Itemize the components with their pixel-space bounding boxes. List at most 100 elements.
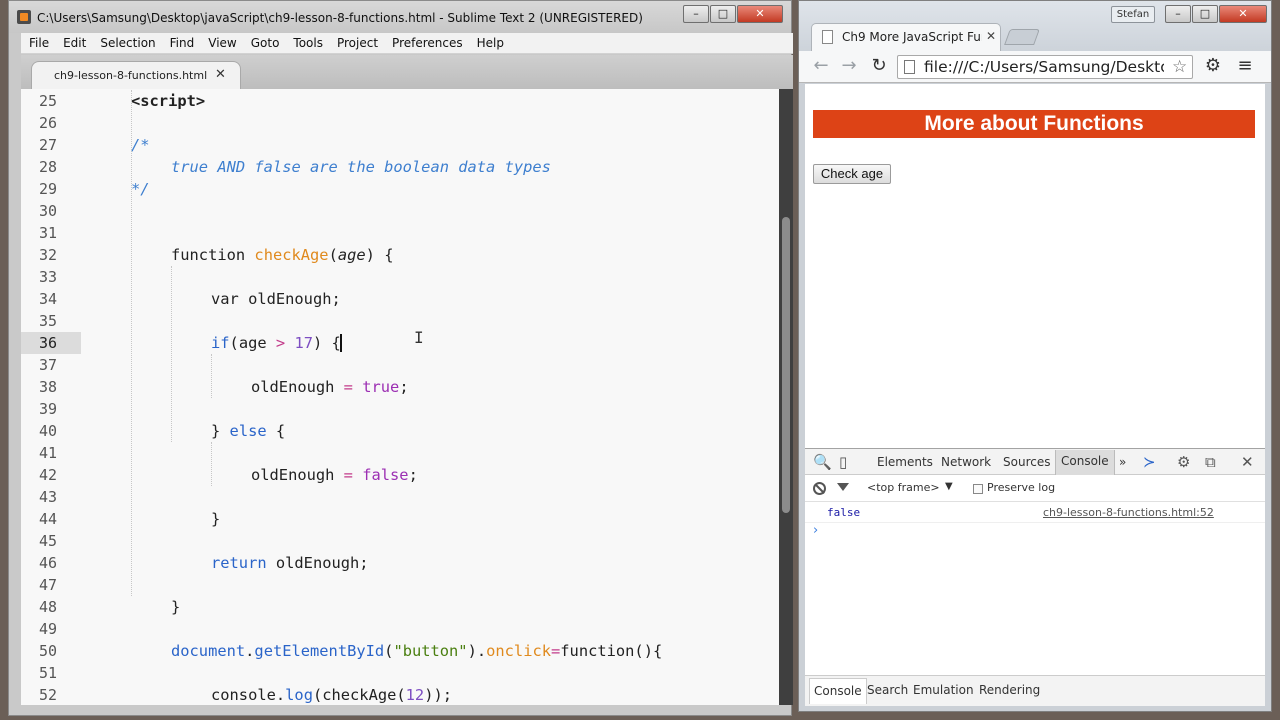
new-tab-button[interactable] [1004,29,1040,45]
profile-badge[interactable]: Stefan [1111,6,1155,23]
code-line[interactable]: function checkAge(age) { [81,244,779,266]
line-number: 27 [38,136,57,154]
code-line[interactable]: true AND false are the boolean data type… [81,156,779,178]
editor-scrollbar[interactable] [779,89,793,705]
maximize-button[interactable]: □ [710,5,736,23]
code-line[interactable] [81,354,779,376]
settings-gear-icon[interactable]: ⚙ [1203,56,1223,76]
forward-icon[interactable]: → [839,56,859,76]
code-line[interactable]: if(age > 17) { [81,332,779,354]
reload-icon[interactable]: ↻ [869,56,889,76]
code-line[interactable] [81,200,779,222]
line-number: 44 [38,510,57,528]
code-line[interactable]: document.getElementById("button").onclic… [81,640,779,662]
scrollbar-thumb[interactable] [782,217,790,513]
devtools-close-icon[interactable]: ✕ [1241,453,1254,471]
line-number: 30 [38,202,57,220]
code-line[interactable] [81,112,779,134]
devtools-tab-sources[interactable]: Sources [1003,455,1050,469]
code-line[interactable]: } [81,508,779,530]
code-line[interactable] [81,618,779,640]
chrome-menu-icon[interactable]: ≡ [1235,56,1255,76]
code-token: = [343,466,353,484]
menu-preferences[interactable]: Preferences [384,36,469,50]
devtools-settings-icon[interactable]: ⚙ [1177,453,1190,471]
code-line[interactable] [81,266,779,288]
line-number: 39 [38,400,57,418]
browser-minimize-button[interactable]: – [1165,5,1191,23]
code-editor[interactable]: 25 26 27 28 29 30 31 32 33 34 35 36 37 38 39 40 41 42 43 44… [21,89,779,705]
bookmark-star-icon[interactable]: ☆ [1172,57,1187,77]
menu-find[interactable]: Find [162,36,201,50]
back-icon[interactable]: ← [811,56,831,76]
address-bar[interactable]: file:///C:/Users/Samsung/Desktop/j ☆ [897,55,1193,79]
close-button[interactable]: ✕ [737,5,783,23]
devtools-tab-network[interactable]: Network [941,455,991,469]
console-value[interactable]: false [827,506,860,519]
menu-help[interactable]: Help [469,36,510,50]
tab-close-icon[interactable]: ✕ [215,67,226,82]
menu-edit[interactable]: Edit [55,36,92,50]
inspect-search-icon[interactable]: 🔍 [813,453,832,471]
more-tabs-icon[interactable]: » [1119,455,1126,469]
devtools-tab-console[interactable]: Console [1055,450,1115,475]
drawer-tab-rendering[interactable]: Rendering [979,683,1040,697]
code-line[interactable]: } [81,596,779,618]
code-line[interactable] [81,310,779,332]
code-token: ) { [365,246,394,264]
code-line[interactable] [81,662,779,684]
file-tab[interactable]: ch9-lesson-8-functions.html ✕ [31,61,241,89]
filter-icon[interactable] [837,483,849,491]
line-number: 34 [38,290,57,308]
console-prompt[interactable]: › [813,523,818,538]
code-line[interactable] [81,530,779,552]
menu-project[interactable]: Project [329,36,384,50]
menu-view[interactable]: View [200,36,242,50]
drawer-tab-console[interactable]: Console [809,678,867,704]
code-line[interactable]: return oldEnough; [81,552,779,574]
code-token: ; [399,378,409,396]
code-line[interactable] [81,486,779,508]
console-source-link[interactable]: ch9-lesson-8-functions.html:52 [1043,506,1214,519]
code-line[interactable]: <script> [81,90,779,112]
code-token: age [337,246,366,264]
devtools-tab-elements[interactable]: Elements [877,455,933,469]
code-line[interactable] [81,222,779,244]
frame-selector[interactable]: <top frame> [867,481,940,494]
minimize-button[interactable]: – [683,5,709,23]
console-drawer-icon[interactable]: ≻ [1143,453,1156,471]
code-line[interactable]: console.log(checkAge(12)); [81,684,779,705]
device-mode-icon[interactable]: ▯ [839,453,847,471]
title-bar[interactable]: C:\Users\Samsung\Desktop\javaScript\ch9-… [9,1,791,33]
url-text[interactable]: file:///C:/Users/Samsung/Desktop/j [924,58,1164,76]
clear-console-icon[interactable] [813,482,826,495]
drawer-tab-emulation[interactable]: Emulation [913,683,974,697]
code-token: } [171,598,181,616]
code-line[interactable] [81,574,779,596]
code-line[interactable]: /* [81,134,779,156]
code-line[interactable] [81,442,779,464]
code-area[interactable]: <script> /* true AND false are the boolean… [81,89,779,705]
menu-goto[interactable]: Goto [243,36,286,50]
browser-maximize-button[interactable]: □ [1192,5,1218,23]
code-line[interactable]: var oldEnough; [81,288,779,310]
devtools-panel: 🔍 ▯ Elements Network Sources Console » ≻… [805,448,1265,706]
menu-file[interactable]: File [21,36,55,50]
drawer-tab-search[interactable]: Search [867,683,908,697]
check-age-button[interactable]: Check age [813,164,891,184]
code-line[interactable]: oldEnough = false; [81,464,779,486]
dock-side-icon[interactable]: ⧉ [1205,453,1216,471]
code-line[interactable]: oldEnough = true; [81,376,779,398]
preserve-log-checkbox[interactable] [973,484,983,494]
code-line[interactable]: */ [81,178,779,200]
code-token: <script> [131,92,206,110]
browser-tab[interactable]: Ch9 More JavaScript Func ✕ [811,23,1001,51]
browser-tab-title: Ch9 More JavaScript Func [842,30,982,44]
frame-dropdown-icon[interactable]: ▼ [945,481,953,492]
code-line[interactable] [81,398,779,420]
menu-tools[interactable]: Tools [285,36,329,50]
code-line[interactable]: } else { [81,420,779,442]
browser-tab-close-icon[interactable]: ✕ [986,29,996,43]
menu-selection[interactable]: Selection [92,36,161,50]
browser-close-button[interactable]: ✕ [1219,5,1267,23]
